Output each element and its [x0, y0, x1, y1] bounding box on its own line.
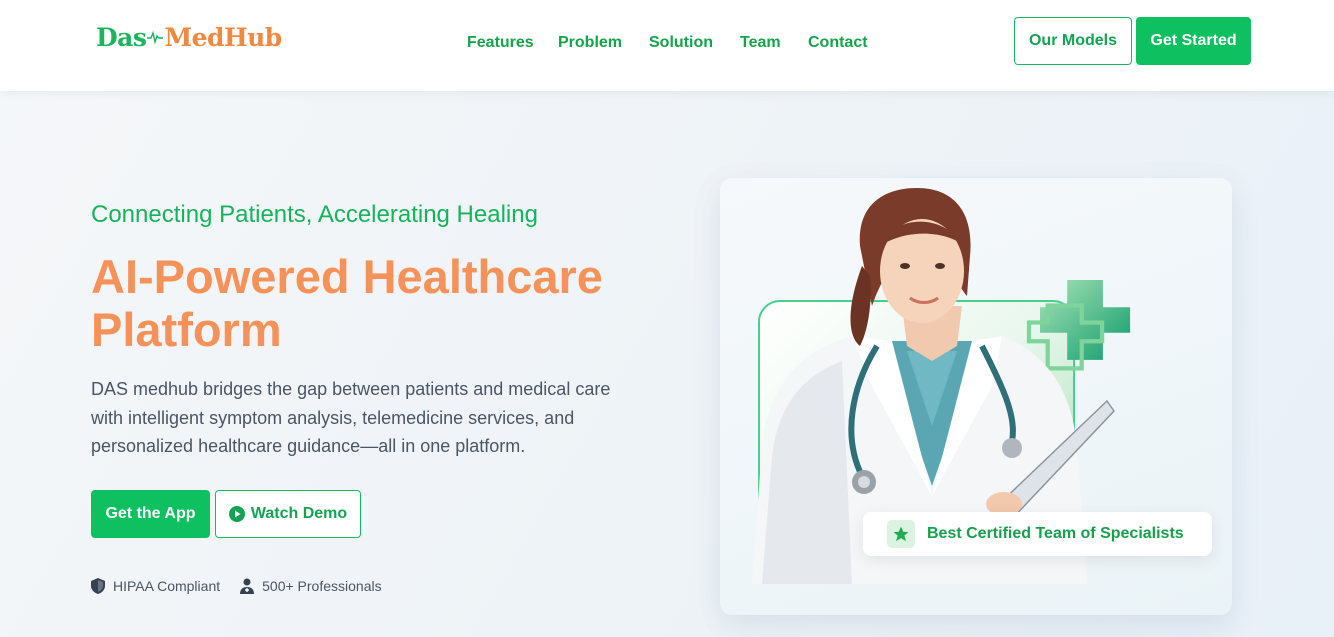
badge-professionals: 500+ Professionals [240, 578, 382, 594]
nav-link-solution[interactable]: Solution [649, 34, 713, 52]
certified-team-badge: Best Certified Team of Specialists [863, 512, 1212, 556]
site-header: Das MedHub Features Problem Solution Tea… [0, 0, 1334, 91]
badge-hipaa-label: HIPAA Compliant [113, 578, 221, 594]
certified-team-text: Best Certified Team of Specialists [927, 525, 1184, 542]
logo-text-medhub: MedHub [164, 22, 282, 52]
get-the-app-button[interactable]: Get the App [91, 490, 210, 538]
star-badge [887, 520, 915, 548]
badge-professionals-label: 500+ Professionals [262, 578, 382, 594]
nav-link-problem[interactable]: Problem [558, 34, 622, 52]
nav-link-contact[interactable]: Contact [808, 34, 868, 52]
trust-badges: HIPAA Compliant 500+ Professionals [91, 578, 402, 594]
watch-demo-label: Watch Demo [250, 505, 348, 522]
hero-headline: AI-Powered Healthcare Platform [91, 250, 603, 356]
doctor-icon [240, 578, 255, 594]
get-started-button[interactable]: Get Started [1136, 17, 1251, 65]
star-icon [893, 526, 909, 542]
watch-demo-button[interactable]: Watch Demo [215, 490, 361, 538]
logo-text-das: Das [96, 22, 147, 52]
nav-link-features[interactable]: Features [467, 34, 534, 52]
our-models-button[interactable]: Our Models [1014, 17, 1132, 65]
hero-description: DAS medhub bridges the gap between patie… [91, 379, 611, 456]
heartbeat-icon [147, 30, 164, 44]
hero-tagline: Connecting Patients, Accelerating Healin… [91, 201, 538, 228]
play-circle-icon [228, 506, 245, 522]
nav-link-team[interactable]: Team [740, 34, 781, 52]
brand-logo[interactable]: Das MedHub [96, 20, 282, 54]
shield-icon [91, 578, 105, 594]
badge-hipaa: HIPAA Compliant [91, 578, 220, 594]
